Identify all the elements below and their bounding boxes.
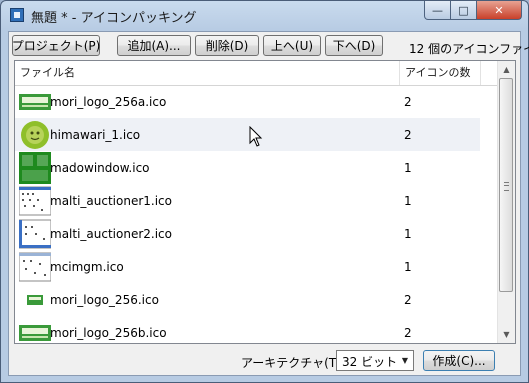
project-button[interactable]: プロジェクト(P): [12, 35, 100, 56]
bottom-bar: アーキテクチャ(T): 32 ビット ▼ 作成(C)...: [9, 347, 520, 375]
architecture-label: アーキテクチャ(T):: [241, 356, 345, 370]
icon-count: 1: [404, 227, 412, 241]
icon-count: 2: [404, 293, 412, 307]
icon-file-list[interactable]: ファイル名 アイコンの数 mori_logo_256a.ico 2 himawa…: [14, 60, 516, 344]
chevron-down-icon[interactable]: ▼: [397, 351, 413, 370]
delete-button[interactable]: 削除(D): [195, 35, 259, 56]
main-window: 無題 * - アイコンパッキング — □ ✕ プロジェクト(P) 追加(A)..…: [0, 0, 529, 383]
close-icon: ✕: [494, 3, 504, 17]
client-area: プロジェクト(P) 追加(A)... 削除(D) 上へ(U) 下へ(D) 12 …: [8, 31, 529, 376]
vertical-scrollbar[interactable]: ▲ ▼: [497, 61, 515, 343]
add-button[interactable]: 追加(A)...: [117, 35, 191, 56]
architecture-select[interactable]: 32 ビット ▼: [336, 350, 414, 371]
minimize-button[interactable]: —: [424, 1, 451, 20]
list-item[interactable]: mori_logo_256.ico 2: [15, 283, 480, 316]
caption-buttons: — □ ✕: [424, 1, 522, 21]
icon-count: 1: [404, 161, 412, 175]
mori-logo-small-icon: [19, 284, 51, 316]
file-name: himawari_1.ico: [50, 128, 141, 142]
mori-logo-icon: [19, 317, 51, 343]
column-icon-count[interactable]: アイコンの数: [400, 61, 480, 85]
title-bar[interactable]: 無題 * - アイコンパッキング — □ ✕: [1, 1, 528, 31]
maximize-button[interactable]: □: [451, 1, 477, 20]
list-item[interactable]: malti_auctioner1.ico 1: [15, 184, 480, 217]
icon-file-count: 12 個のアイコンファイル: [409, 42, 529, 56]
madowindow-icon: [19, 152, 51, 184]
list-item[interactable]: malti_auctioner2.ico 1: [15, 217, 480, 250]
scroll-up-arrow-icon[interactable]: ▲: [498, 61, 515, 78]
column-separator[interactable]: [480, 61, 481, 85]
screenshot-icon: [18, 218, 52, 250]
scroll-down-arrow-icon[interactable]: ▼: [498, 326, 515, 343]
move-up-button[interactable]: 上へ(U): [263, 35, 321, 56]
sunflower-icon: [19, 119, 51, 151]
close-button[interactable]: ✕: [477, 1, 522, 20]
window-title: 無題 * - アイコンパッキング: [31, 11, 197, 26]
screenshot-icon: [18, 185, 52, 217]
architecture-value: 32 ビット: [342, 355, 398, 369]
list-header: ファイル名 アイコンの数: [15, 61, 499, 86]
mouse-cursor-icon: [249, 126, 263, 147]
list-item[interactable]: mcimgm.ico 1: [15, 250, 480, 283]
icon-count: 2: [404, 326, 412, 340]
grip-icon: [504, 182, 509, 191]
column-filename[interactable]: ファイル名: [15, 61, 399, 85]
app-icon: [10, 8, 24, 22]
file-name: mori_logo_256a.ico: [50, 95, 167, 109]
scroll-thumb[interactable]: [499, 78, 513, 292]
maximize-icon: □: [458, 3, 469, 17]
move-down-button[interactable]: 下へ(D): [325, 35, 383, 56]
minimize-icon: —: [432, 3, 443, 17]
toolbar: プロジェクト(P) 追加(A)... 削除(D) 上へ(U) 下へ(D) 12 …: [9, 32, 529, 60]
file-name: madowindow.ico: [50, 161, 150, 175]
icon-count: 1: [404, 194, 412, 208]
list-item[interactable]: himawari_1.ico 2: [15, 118, 480, 151]
file-name: mori_logo_256.ico: [50, 293, 159, 307]
list-item[interactable]: mori_logo_256a.ico 2: [15, 85, 480, 118]
icon-count: 2: [404, 128, 412, 142]
file-name: malti_auctioner2.ico: [50, 227, 172, 241]
create-button[interactable]: 作成(C)...: [423, 350, 495, 371]
list-item[interactable]: madowindow.ico 1: [15, 151, 480, 184]
screenshot-icon: [18, 251, 52, 283]
file-name: malti_auctioner1.ico: [50, 194, 172, 208]
file-name: mori_logo_256b.ico: [50, 326, 167, 340]
icon-count: 1: [404, 260, 412, 274]
list-item[interactable]: mori_logo_256b.ico 2: [15, 316, 480, 343]
mori-logo-icon: [19, 86, 51, 118]
icon-count: 2: [404, 95, 412, 109]
file-name: mcimgm.ico: [50, 260, 124, 274]
